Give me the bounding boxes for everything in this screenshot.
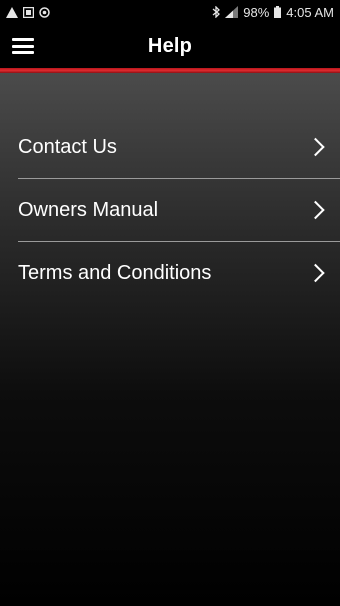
battery-icon — [274, 6, 282, 18]
list-item-label: Owners Manual — [18, 198, 159, 221]
bluetooth-icon — [212, 6, 221, 18]
status-right-icons: 98% 4:05 AM — [212, 5, 334, 20]
battery-percent: 98% — [243, 4, 270, 20]
owners-manual-item[interactable]: Owners Manual — [18, 178, 340, 241]
warning-icon — [6, 6, 18, 18]
signal-icon — [225, 6, 239, 18]
help-content: Contact Us Owners Manual Terms and Condi… — [0, 73, 340, 606]
status-left-icons — [6, 6, 50, 18]
list-item-label: Terms and Conditions — [18, 261, 212, 284]
chevron-right-icon — [306, 200, 325, 220]
status-bar: 98% 4:05 AM — [0, 0, 340, 24]
image-icon — [23, 6, 34, 18]
contact-us-item[interactable]: Contact Us — [18, 116, 340, 178]
list-item-label: Contact Us — [18, 135, 117, 158]
chevron-right-icon — [306, 137, 325, 157]
status-time: 4:05 AM — [286, 4, 334, 20]
page-title: Help — [147, 34, 193, 57]
sync-icon — [39, 6, 50, 18]
chevron-right-icon — [306, 263, 325, 283]
terms-and-conditions-item[interactable]: Terms and Conditions — [18, 241, 340, 304]
hamburger-menu-icon[interactable] — [12, 36, 34, 56]
app-bar: Help — [0, 24, 340, 68]
help-menu-list: Contact Us Owners Manual Terms and Condi… — [18, 116, 340, 304]
